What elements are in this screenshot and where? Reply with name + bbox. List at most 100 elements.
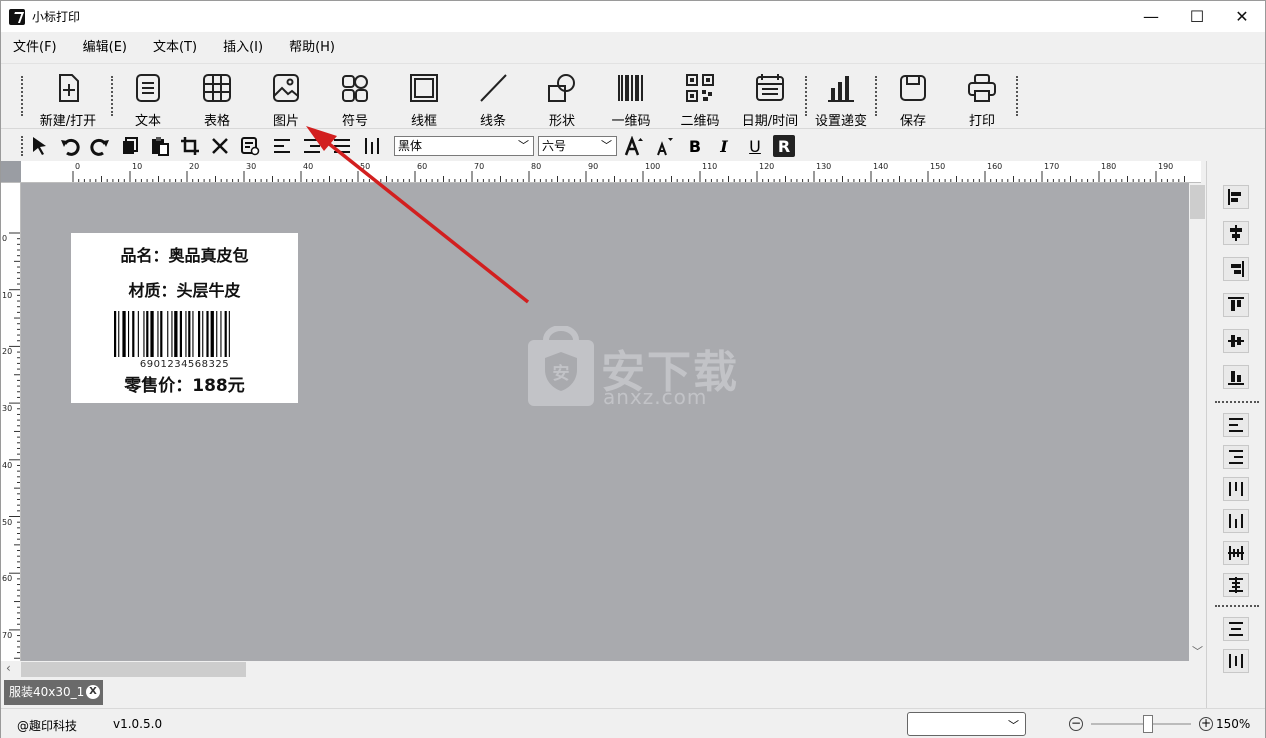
close-button[interactable]: ✕ xyxy=(1219,1,1265,32)
ruler-number: 90 xyxy=(588,162,599,171)
align-left-icon xyxy=(274,139,290,153)
zoom-slider-thumb[interactable] xyxy=(1143,715,1153,733)
frame-button[interactable]: 线框 xyxy=(392,70,456,129)
align-center-horizontal-icon xyxy=(1230,225,1242,241)
printer-select[interactable]: ﹀ xyxy=(907,712,1026,736)
align-bottom-edge-button[interactable] xyxy=(1223,365,1249,389)
product-name-text[interactable]: 品名：奥品真皮包 xyxy=(71,242,298,266)
text-align-bottom-button[interactable] xyxy=(1223,509,1249,533)
align-justify-button[interactable] xyxy=(331,135,353,157)
vertical-text-button[interactable] xyxy=(361,135,383,157)
new-open-button[interactable]: 新建/打开 xyxy=(36,70,100,129)
align-top-edge-button[interactable] xyxy=(1223,293,1249,317)
label-sheet[interactable]: 品名：奥品真皮包 材质：头层牛皮 6901234568325 零售价：188元 xyxy=(71,233,298,403)
ruler-number: 0 xyxy=(75,162,81,171)
align-right-button[interactable] xyxy=(301,135,323,157)
distribute-vertical-button[interactable] xyxy=(1223,573,1249,597)
zoom-slider-track[interactable] xyxy=(1091,723,1191,725)
align-right-edge-button[interactable] xyxy=(1223,257,1249,281)
ruler-number: 60 xyxy=(417,162,428,171)
vertical-text-icon xyxy=(365,138,379,154)
undo-icon xyxy=(61,138,80,156)
material-text[interactable]: 材质：头层牛皮 xyxy=(71,277,298,301)
table-button[interactable]: 表格 xyxy=(185,70,249,129)
center-on-label-v-button[interactable] xyxy=(1223,649,1249,673)
menu-text[interactable]: 文本(T) xyxy=(141,35,209,61)
text-align-top-button[interactable] xyxy=(1223,477,1249,501)
price-text[interactable]: 零售价：188元 xyxy=(71,371,298,396)
line-button[interactable]: 线条 xyxy=(461,70,525,129)
ruler-number: 170 xyxy=(1044,162,1060,171)
tab-close-icon[interactable]: X xyxy=(86,685,100,699)
align-left-button[interactable] xyxy=(271,135,293,157)
align-left-edge-button[interactable] xyxy=(1223,185,1249,209)
distribute-horizontal-button[interactable] xyxy=(1223,541,1249,565)
menu-file[interactable]: 文件(F) xyxy=(1,35,69,61)
calendar-icon xyxy=(756,74,784,101)
paste-icon xyxy=(152,137,169,156)
table-icon xyxy=(203,74,231,102)
barcode-button[interactable]: 一维码 xyxy=(599,70,663,129)
shape-button[interactable]: 形状 xyxy=(530,70,594,129)
align-right-edge-icon xyxy=(1231,261,1244,277)
scroll-down-icon[interactable]: ﹀ xyxy=(1192,643,1203,659)
menu-edit[interactable]: 编辑(E) xyxy=(71,35,139,61)
symbol-button[interactable]: 符号 xyxy=(323,70,387,129)
copy-button[interactable] xyxy=(119,135,141,157)
zoom-in-button[interactable]: + xyxy=(1199,717,1213,731)
italic-button[interactable]: I xyxy=(713,135,735,157)
text-align-top-icon xyxy=(1229,482,1243,496)
zoom-out-button[interactable]: − xyxy=(1069,717,1083,731)
design-canvas[interactable]: 品名：奥品真皮包 材质：头层牛皮 6901234568325 零售价：188元 … xyxy=(21,183,1189,661)
left-ruler: 0 10 20 30 40 50 60 70 xyxy=(1,183,21,663)
delete-button[interactable] xyxy=(209,135,231,157)
print-button[interactable]: 打印 xyxy=(950,70,1014,129)
increment-button[interactable]: 设置递变 xyxy=(809,70,873,129)
ruler-number: 80 xyxy=(531,162,542,171)
reverse-button[interactable]: R xyxy=(773,135,795,157)
align-center-v-button[interactable] xyxy=(1223,329,1249,353)
barcode-element[interactable] xyxy=(114,311,258,357)
crop-button[interactable] xyxy=(179,135,201,157)
undo-button[interactable] xyxy=(59,135,81,157)
font-family-select[interactable]: 黑体 ﹀ xyxy=(394,136,534,156)
barcode-bar xyxy=(122,311,126,357)
increase-font-button[interactable] xyxy=(623,135,645,157)
vertical-scroll-thumb[interactable] xyxy=(1190,185,1205,219)
datetime-button[interactable]: 日期/时间 xyxy=(737,70,803,129)
align-center-h-button[interactable] xyxy=(1223,221,1249,245)
text-align-left-button[interactable] xyxy=(1223,413,1249,437)
ruler-number: 150 xyxy=(930,162,946,171)
center-on-label-h-button[interactable] xyxy=(1223,617,1249,641)
vertical-scrollbar[interactable]: ﹀ xyxy=(1189,183,1206,661)
qrcode-button[interactable]: 二维码 xyxy=(668,70,732,129)
image-button[interactable]: 图片 xyxy=(254,70,318,129)
select-tool-button[interactable] xyxy=(29,135,51,157)
menu-insert[interactable]: 插入(I) xyxy=(211,35,275,61)
window-title: 小标打印 xyxy=(32,10,81,24)
text-align-right-button[interactable] xyxy=(1223,445,1249,469)
font-size-select[interactable]: 六号 ﹀ xyxy=(538,136,617,156)
minimize-button[interactable]: — xyxy=(1128,1,1174,32)
redo-button[interactable] xyxy=(89,135,111,157)
bold-button[interactable]: B xyxy=(684,135,706,157)
watermark-url: anxz.com xyxy=(603,385,708,409)
menu-help[interactable]: 帮助(H) xyxy=(277,35,347,61)
barcode-bar xyxy=(143,311,145,357)
line-icon xyxy=(480,74,507,102)
text-icon xyxy=(136,74,160,102)
paste-button[interactable] xyxy=(149,135,171,157)
left-ruler-ticks xyxy=(9,232,20,659)
decrease-font-button[interactable] xyxy=(653,135,675,157)
horizontal-scroll-thumb[interactable] xyxy=(21,662,246,677)
horizontal-scrollbar[interactable]: ‹ xyxy=(1,661,1189,678)
chevron-down-icon: ﹀ xyxy=(601,139,612,152)
document-tab[interactable]: 服装40x30_1 X xyxy=(4,680,103,705)
text-button[interactable]: 文本 xyxy=(116,70,180,129)
barcode-bar xyxy=(224,311,227,357)
properties-button[interactable] xyxy=(239,135,261,157)
underline-button[interactable]: U xyxy=(744,135,766,157)
save-button[interactable]: 保存 xyxy=(881,70,945,129)
scroll-left-icon[interactable]: ‹ xyxy=(6,661,11,675)
maximize-button[interactable]: ☐ xyxy=(1174,1,1220,32)
